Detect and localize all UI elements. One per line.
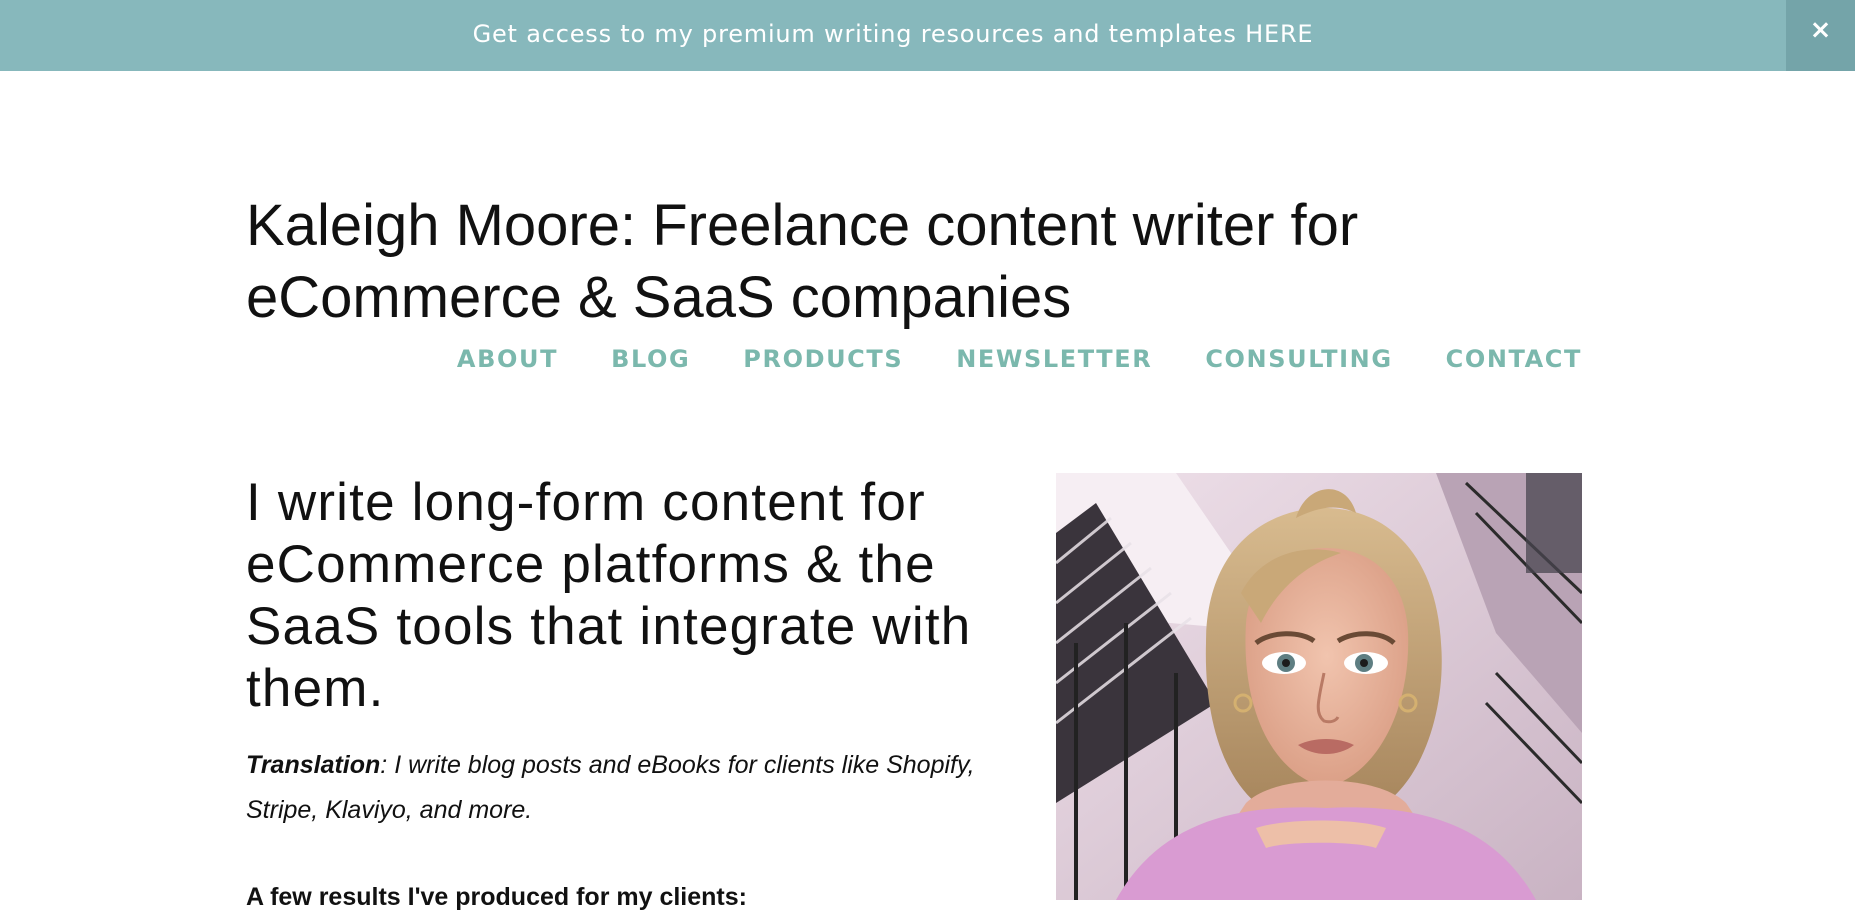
portrait-photo	[1056, 473, 1582, 900]
nav-item-products[interactable]: PRODUCTS	[743, 345, 903, 373]
nav-item-about[interactable]: ABOUT	[457, 345, 558, 373]
main-nav: ABOUT BLOG PRODUCTS NEWSLETTER CONSULTIN…	[457, 345, 1582, 373]
nav-item-contact[interactable]: CONTACT	[1446, 345, 1582, 373]
translation-label: Translation	[246, 751, 381, 779]
results-heading: A few results I've produced for my clien…	[246, 883, 747, 911]
site-title[interactable]: Kaleigh Moore: Freelance content writer …	[246, 190, 1446, 334]
banner-link[interactable]: Get access to my premium writing resourc…	[0, 0, 1786, 71]
translation-paragraph: Translation: I write blog posts and eBoo…	[246, 743, 1006, 833]
nav-item-consulting[interactable]: CONSULTING	[1205, 345, 1392, 373]
hero-heading: I write long-form content for eCommerce …	[246, 473, 972, 718]
close-icon[interactable]: ×	[1786, 0, 1855, 71]
announcement-banner: Get access to my premium writing resourc…	[0, 0, 1855, 71]
nav-item-newsletter[interactable]: NEWSLETTER	[956, 345, 1152, 373]
nav-item-blog[interactable]: BLOG	[611, 345, 690, 373]
